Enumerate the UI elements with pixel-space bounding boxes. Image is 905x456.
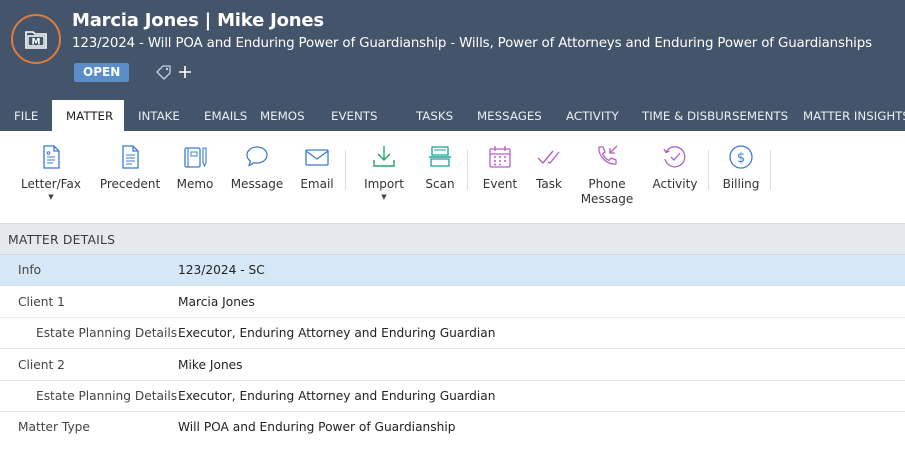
detail-label: Estate Planning Details: [36, 389, 178, 403]
email-button[interactable]: Email: [296, 143, 338, 192]
tab-events[interactable]: EVENTS: [331, 100, 416, 131]
billing-button[interactable]: $ Billing: [720, 143, 762, 192]
status-badge[interactable]: OPEN: [74, 63, 130, 82]
matter-header: M Marcia Jones | Mike Jones 123/2024 - W…: [0, 0, 905, 131]
detail-row-estate-planning-2[interactable]: Estate Planning Details Executor, Enduri…: [0, 381, 905, 412]
folder-m-icon: M: [25, 31, 47, 49]
task-checkmark-icon: [537, 150, 560, 164]
ribbon-separator: [770, 150, 771, 190]
detail-row-client-2[interactable]: Client 2 Mike Jones: [0, 350, 905, 381]
matter-details-header: MATTER DETAILS: [0, 224, 905, 255]
ribbon-separator: [345, 150, 346, 190]
letter-doc-icon: [43, 145, 60, 169]
detail-row-estate-planning-1[interactable]: Estate Planning Details Executor, Enduri…: [0, 318, 905, 349]
envelope-icon: [305, 149, 329, 166]
phone-incoming-icon: [598, 145, 618, 165]
tab-matter[interactable]: MATTER: [52, 100, 124, 131]
detail-label: Estate Planning Details: [36, 326, 178, 340]
event-button[interactable]: Event: [478, 143, 522, 192]
scan-button[interactable]: Scan: [420, 143, 460, 192]
tab-bar: FILE MATTER INTAKE EMAILS MEMOS EVENTS T…: [0, 100, 905, 131]
tab-emails[interactable]: EMAILS: [192, 100, 260, 131]
detail-value: Marcia Jones: [178, 295, 255, 309]
ribbon-separator: [467, 150, 468, 190]
svg-text:$: $: [737, 151, 745, 166]
task-button[interactable]: Task: [530, 143, 568, 192]
tab-messages[interactable]: MESSAGES: [477, 100, 566, 131]
precedent-doc-icon: [122, 145, 139, 169]
detail-label: Client 2: [18, 358, 65, 372]
svg-text:M: M: [32, 38, 41, 48]
add-tag-icon[interactable]: [155, 62, 195, 82]
activity-button[interactable]: Activity: [648, 143, 702, 192]
tab-file[interactable]: FILE: [0, 100, 52, 131]
calendar-icon: [489, 146, 511, 168]
message-button[interactable]: Message: [229, 143, 285, 192]
detail-row-client-1[interactable]: Client 1 Marcia Jones: [0, 287, 905, 318]
dropdown-caret-icon: ▼: [48, 193, 54, 201]
dropdown-caret-icon: ▼: [381, 193, 387, 201]
tab-activity[interactable]: ACTIVITY: [566, 100, 642, 131]
detail-value: Executor, Enduring Attorney and Enduring…: [178, 326, 496, 340]
activity-clock-check-icon: [663, 146, 686, 168]
matter-logo: M: [11, 14, 61, 64]
precedent-button[interactable]: Precedent: [99, 143, 161, 192]
phone-message-button[interactable]: Phone Message: [579, 143, 635, 207]
detail-value: Will POA and Enduring Power of Guardians…: [178, 420, 456, 434]
matter-subtitle: 123/2024 - Will POA and Enduring Power o…: [72, 36, 872, 51]
detail-value: 123/2024 - SC: [178, 263, 265, 277]
tab-matter-insights[interactable]: MATTER INSIGHTS: [803, 100, 905, 131]
message-bubble-icon: [246, 146, 268, 167]
scanner-icon: [429, 146, 451, 167]
detail-label: Matter Type: [18, 420, 90, 434]
tab-time-disbursements[interactable]: TIME & DISBURSEMENTS: [642, 100, 803, 131]
import-download-icon: [373, 146, 395, 167]
ribbon-separator: [708, 150, 709, 190]
detail-label: Client 1: [18, 295, 65, 309]
detail-value: Mike Jones: [178, 358, 243, 372]
action-ribbon: Letter/Fax ▼ Precedent Memo Message Emai…: [0, 131, 905, 224]
tab-tasks[interactable]: TASKS: [416, 100, 477, 131]
detail-value: Executor, Enduring Attorney and Enduring…: [178, 389, 496, 403]
memo-notebook-icon: [184, 147, 207, 168]
memo-button[interactable]: Memo: [170, 143, 220, 192]
tab-intake[interactable]: INTAKE: [124, 100, 192, 131]
dollar-coin-icon: $: [729, 145, 753, 169]
import-button[interactable]: Import ▼: [358, 143, 410, 201]
page-title: Marcia Jones | Mike Jones: [72, 10, 324, 31]
letter-fax-button[interactable]: Letter/Fax ▼: [20, 143, 82, 201]
detail-row-matter-type[interactable]: Matter Type Will POA and Enduring Power …: [0, 412, 905, 443]
detail-label: Info: [18, 263, 42, 277]
detail-row-info[interactable]: Info 123/2024 - SC: [0, 255, 905, 286]
tab-memos[interactable]: MEMOS: [260, 100, 331, 131]
